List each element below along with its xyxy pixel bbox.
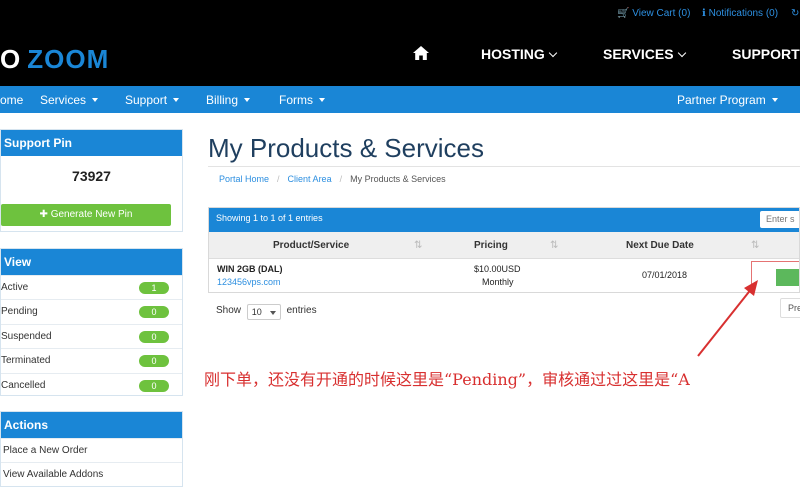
actions-title: Actions [1, 412, 182, 438]
nav-support[interactable]: SUPPORT [732, 46, 800, 62]
previous-page-button[interactable]: Pre [780, 298, 800, 318]
view-item-suspended[interactable]: Suspended 0 [1, 323, 182, 348]
table-header-row: Product/Service ⇅ Pricing ⇅ Next Due Dat… [209, 232, 799, 259]
actions-panel: Actions Place a New Order View Available… [0, 411, 183, 487]
support-pin-value: 73927 [72, 168, 111, 184]
table-toolbar: Showing 1 to 1 of 1 entries [209, 208, 799, 232]
sort-icon[interactable]: ⇅ [414, 240, 422, 251]
site-logo[interactable]: O ZOOM [0, 44, 109, 75]
table-search-input[interactable] [760, 211, 799, 228]
notifications-link[interactable]: ℹ Notifications (0) [702, 8, 778, 19]
view-cart-link[interactable]: 🛒 View Cart (0) [617, 8, 690, 19]
count-badge: 0 [139, 379, 169, 392]
view-item-active[interactable]: Active 1 [1, 275, 182, 299]
billing-cycle: Monthly [482, 277, 514, 287]
view-item-terminated[interactable]: Terminated 0 [1, 348, 182, 372]
nav-services[interactable]: SERVICES [603, 46, 686, 62]
caret-down-icon [173, 98, 180, 102]
column-next-due-date[interactable]: Next Due Date [626, 240, 694, 251]
nav-hosting[interactable]: HOSTING [481, 46, 558, 62]
subnav-forms[interactable]: Forms [279, 93, 325, 107]
breadcrumb-separator: / [339, 174, 343, 184]
column-product-service[interactable]: Product/Service [273, 240, 349, 251]
page-title: My Products & Services [208, 133, 484, 163]
subnav-billing[interactable]: Billing [206, 93, 251, 107]
entries-length-control: Show 10 entries [216, 302, 317, 320]
breadcrumb-current: My Products & Services [350, 174, 446, 184]
breadcrumb-separator: / [277, 174, 280, 184]
view-filter-panel: View Active 1 Pending 0 Suspended 0 Term… [0, 248, 183, 396]
sort-icon[interactable]: ⇅ [751, 240, 759, 251]
subnav-support[interactable]: Support [125, 93, 180, 107]
next-due-date: 07/01/2018 [642, 270, 688, 280]
caret-down-icon [771, 98, 778, 102]
entries-select[interactable]: 10 [246, 304, 281, 320]
annotation-arrow [697, 280, 758, 357]
chevron-down-icon [548, 48, 558, 58]
count-badge: 0 [139, 306, 169, 319]
support-pin-panel: Support Pin 73927 ✚ Generate New Pin [0, 129, 183, 232]
subnav-services[interactable]: Services [40, 93, 99, 107]
caret-down-icon [319, 98, 325, 102]
generate-pin-button[interactable]: ✚ Generate New Pin [1, 204, 171, 226]
annotation-text: 刚下单，还没有开通的时候这里是“Pending”，审核通过过这里是“A [204, 370, 690, 389]
subnav-home[interactable]: ome [0, 93, 23, 107]
breadcrumb-client-area[interactable]: Client Area [288, 174, 332, 184]
table-info: Showing 1 to 1 of 1 entries [216, 213, 323, 223]
product-name: WIN 2GB (DAL) [217, 264, 283, 274]
count-badge: 1 [139, 282, 169, 294]
view-addons-link[interactable]: View Available Addons [1, 462, 182, 486]
product-domain[interactable]: 123456vps.com [217, 277, 281, 287]
title-divider [208, 166, 800, 167]
top-header: 🛒 View Cart (0) ℹ Notifications (0) ↻ OZ… [0, 0, 800, 86]
sort-icon[interactable]: ⇅ [550, 240, 558, 251]
caret-down-icon [269, 311, 276, 315]
view-item-cancelled[interactable]: Cancelled 0 [1, 372, 182, 397]
home-icon[interactable] [412, 45, 430, 61]
place-new-order-link[interactable]: Place a New Order [1, 438, 182, 462]
subnav-partner-program[interactable]: Partner Program [677, 93, 778, 107]
caret-down-icon [244, 98, 251, 102]
support-pin-title: Support Pin [1, 130, 182, 156]
sub-navigation: ome Services Support Billing Forms Partn… [0, 86, 800, 113]
info-icon: ℹ [702, 8, 706, 19]
view-item-pending[interactable]: Pending 0 [1, 299, 182, 323]
plus-icon: ✚ [39, 209, 48, 220]
chevron-down-icon [677, 48, 686, 58]
column-pricing[interactable]: Pricing [474, 240, 508, 251]
count-badge: 0 [139, 330, 169, 343]
caret-down-icon [92, 98, 99, 102]
breadcrumb: Portal Home / Client Area / My Products & Se… [219, 174, 446, 184]
breadcrumb-portal-home[interactable]: Portal Home [219, 174, 269, 184]
extra-utility-icon[interactable]: ↻ [791, 8, 799, 19]
product-price: $10.00USD [474, 264, 521, 274]
count-badge: 0 [139, 355, 169, 368]
cart-icon: 🛒 [617, 8, 630, 19]
view-title: View [1, 249, 182, 275]
status-badge [776, 269, 799, 286]
